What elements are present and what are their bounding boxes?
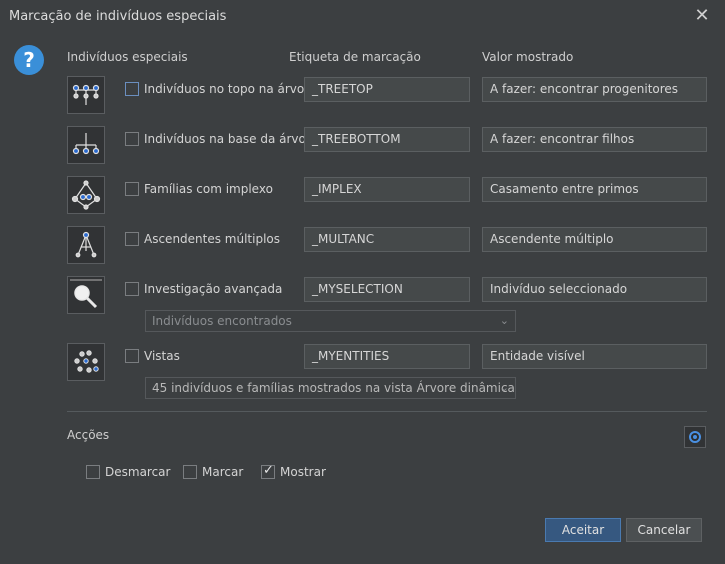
magnifier-icon[interactable] [67,276,105,314]
action-mark-label: Marcar [202,465,244,479]
action-unmark-label: Desmarcar [105,465,171,479]
checkbox-views[interactable]: Vistas [125,347,180,365]
implex-icon[interactable] [67,176,105,214]
close-icon[interactable]: ✕ [693,7,711,25]
tag-field-myentities[interactable]: _MYENTITIES [304,344,470,369]
tree-bottom-icon[interactable] [67,126,105,164]
checkbox-treebottom-label: Indivíduos na base da árvore [144,132,318,146]
views-select-value: 45 indivíduos e famílias mostrados na vi… [152,381,515,395]
views-icon[interactable] [67,343,105,381]
tag-field-myselection[interactable]: _MYSELECTION [304,277,470,302]
checkbox-myselection[interactable]: Investigação avançada [125,280,282,298]
checkbox-treetop-label: Indivíduos no topo na árvore [144,82,317,96]
value-field-treebottom[interactable]: A fazer: encontrar filhos [482,127,707,152]
checkbox-views-box[interactable] [125,349,139,363]
checkbox-multanc-box[interactable] [125,232,139,246]
help-icon[interactable]: ? [14,45,44,75]
checkbox-treebottom[interactable]: Indivíduos na base da árvore [125,130,318,148]
action-unmark-box[interactable] [86,465,100,479]
checkbox-implex[interactable]: Famílias com implexo [125,180,273,198]
tree-top-icon[interactable] [67,76,105,114]
checkbox-multanc-label: Ascendentes múltiplos [144,232,281,246]
chevron-down-icon: ⌄ [499,314,509,327]
action-unmark[interactable]: Desmarcar [86,463,170,481]
action-show-label: Mostrar [280,465,326,479]
divider [67,411,707,412]
search-source-value: Indivíduos encontrados [152,314,292,328]
tag-field-treebottom[interactable]: _TREEBOTTOM [304,127,470,152]
tag-field-multanc[interactable]: _MULTANC [304,227,470,252]
cancel-button[interactable]: Cancelar [626,518,702,542]
views-select[interactable]: 45 indivíduos e famílias mostrados na vi… [145,377,516,399]
actions-label: Acções [67,428,110,442]
action-mark[interactable]: Marcar [183,463,243,481]
checkbox-implex-box[interactable] [125,182,139,196]
tag-field-implex[interactable]: _IMPLEX [304,177,470,202]
action-show-box[interactable] [261,463,275,479]
title-bar: Marcação de indivíduos especiais ✕ [0,0,725,33]
header-value: Valor mostrado [482,50,574,64]
search-source-select[interactable]: Indivíduos encontrados ⌄ [145,310,516,332]
checkbox-multanc[interactable]: Ascendentes múltiplos [125,230,280,248]
chevron-down-icon: ⌄ [499,381,509,394]
checkbox-implex-label: Famílias com implexo [144,182,273,196]
checkbox-myselection-label: Investigação avançada [144,282,283,296]
checkbox-treetop-box[interactable] [125,82,139,96]
ok-button[interactable]: Aceitar [545,518,621,542]
value-field-multanc[interactable]: Ascendente múltiplo [482,227,707,252]
multiple-ancestors-icon[interactable] [67,226,105,264]
checkbox-treebottom-box[interactable] [125,132,139,146]
tag-field-treetop[interactable]: _TREETOP [304,77,470,102]
header-tag: Etiqueta de marcação [289,50,421,64]
checkbox-views-label: Vistas [144,349,180,363]
action-mark-box[interactable] [183,465,197,479]
radio-target-icon[interactable] [684,426,706,448]
checkbox-myselection-box[interactable] [125,282,139,296]
checkbox-treetop[interactable]: Indivíduos no topo na árvore [125,80,316,98]
value-field-myentities[interactable]: Entidade visível [482,344,707,369]
value-field-myselection[interactable]: Indivíduo seleccionado [482,277,707,302]
value-field-implex[interactable]: Casamento entre primos [482,177,707,202]
header-special-individuals: Indivíduos especiais [67,50,188,64]
value-field-treetop[interactable]: A fazer: encontrar progenitores [482,77,707,102]
window-title: Marcação de indivíduos especiais [9,9,227,24]
action-show[interactable]: Mostrar [261,463,326,481]
